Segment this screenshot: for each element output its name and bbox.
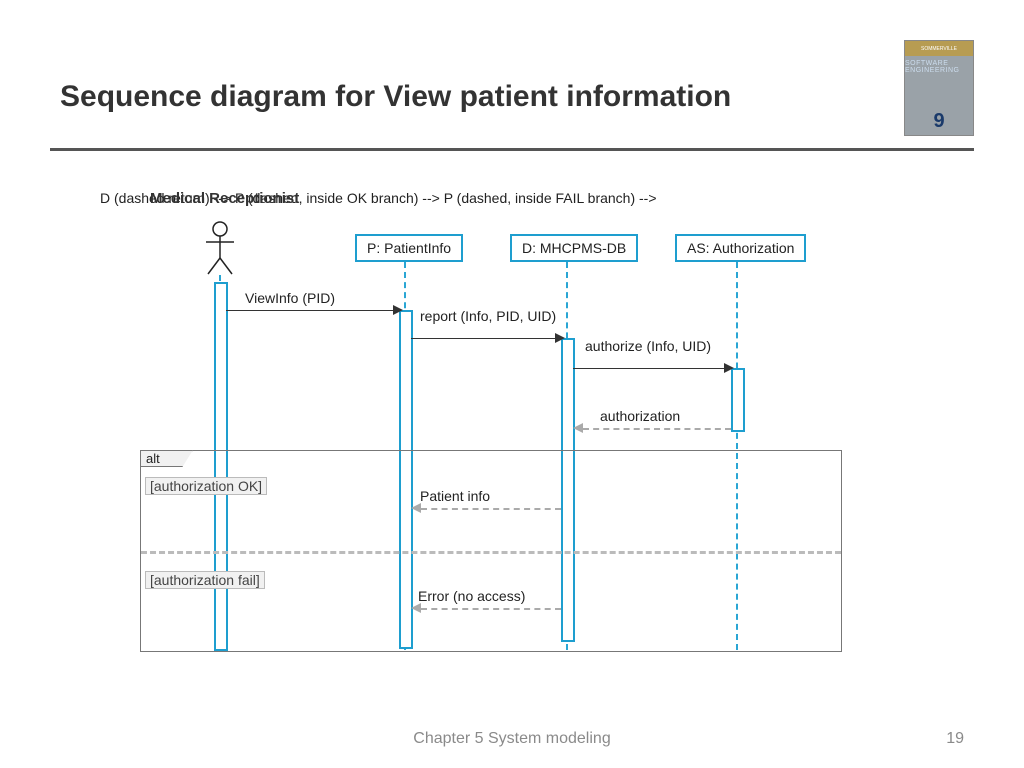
book-edition: 9 bbox=[933, 110, 944, 135]
title-divider bbox=[50, 148, 974, 151]
message-patient-info-arrow bbox=[421, 508, 561, 510]
message-viewinfo-arrow bbox=[226, 310, 394, 311]
actor-icon bbox=[200, 220, 240, 275]
lifeline-head-mhcpms: D: MHCPMS-DB bbox=[510, 234, 638, 262]
slide: Sequence diagram for View patient inform… bbox=[0, 0, 1024, 768]
message-authorize-label: authorize (Info, UID) bbox=[585, 338, 725, 354]
page-number: 19 bbox=[946, 730, 964, 748]
alt-fragment-tag: alt bbox=[140, 450, 193, 467]
arrowhead-icon bbox=[724, 363, 734, 373]
message-viewinfo-label: ViewInfo (PID) bbox=[245, 290, 335, 306]
actor-label: Medical Receptionist bbox=[150, 190, 299, 207]
message-report-label: report (Info, PID, UID) bbox=[420, 308, 560, 324]
guard-authorization-ok: [authorization OK] bbox=[145, 477, 267, 495]
message-authorize-arrow bbox=[573, 368, 725, 369]
alt-separator bbox=[141, 551, 841, 554]
message-authorization-label: authorization bbox=[600, 408, 680, 424]
lifeline-head-auth: AS: Authorization bbox=[675, 234, 806, 262]
arrowhead-icon bbox=[393, 305, 403, 315]
message-error-arrow bbox=[421, 608, 561, 610]
arrowhead-icon bbox=[573, 423, 583, 433]
message-error-label: Error (no access) bbox=[418, 588, 525, 604]
alt-fragment: alt [authorization OK] [authorization fa… bbox=[140, 450, 842, 652]
sequence-diagram: Medical Receptionist P: PatientInfo D: M… bbox=[100, 190, 870, 670]
message-authorization-arrow bbox=[583, 428, 731, 430]
arrowhead-icon bbox=[411, 503, 421, 513]
arrowhead-icon bbox=[411, 603, 421, 613]
slide-title: Sequence diagram for View patient inform… bbox=[60, 80, 731, 114]
message-report-arrow bbox=[411, 338, 556, 339]
book-cover-image: SOMMERVILLE SOFTWARE ENGINEERING 9 bbox=[904, 40, 974, 136]
footer-chapter: Chapter 5 System modeling bbox=[0, 730, 1024, 748]
guard-authorization-fail: [authorization fail] bbox=[145, 571, 265, 589]
message-patient-info-label: Patient info bbox=[420, 488, 490, 504]
activation-auth bbox=[731, 368, 745, 432]
book-title: SOFTWARE ENGINEERING bbox=[905, 60, 973, 74]
arrowhead-icon bbox=[555, 333, 565, 343]
book-series: SOMMERVILLE bbox=[905, 41, 973, 56]
lifeline-head-patientinfo: P: PatientInfo bbox=[355, 234, 463, 262]
